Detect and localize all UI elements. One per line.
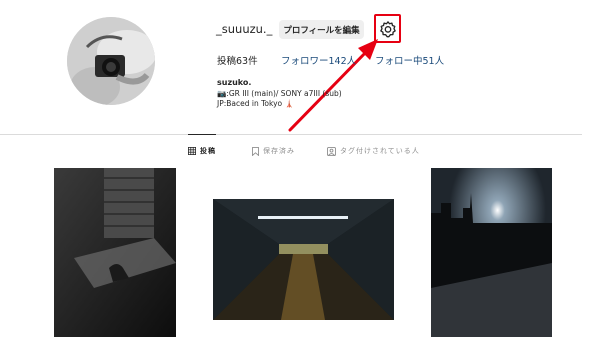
posts-count: 投稿63件 (217, 56, 258, 67)
grid-icon (188, 147, 196, 155)
tab-label: タグ付けされている人 (340, 147, 420, 155)
followers-link[interactable]: フォロワー142人 (281, 53, 356, 67)
post-image (54, 168, 176, 337)
profile-username: _suuuzu._ (216, 22, 273, 36)
tab-posts[interactable]: 投稿 (188, 146, 216, 156)
tagged-icon (327, 146, 336, 156)
avatar-photo (67, 17, 155, 105)
divider (0, 134, 582, 135)
bio-line: 📷:GR III (main)/ SONY a7III (sub) (217, 89, 342, 98)
post-thumbnail[interactable] (54, 168, 176, 337)
active-tab-indicator (188, 134, 216, 135)
callout-arrow (288, 39, 378, 132)
following-link[interactable]: フォロー中51人 (375, 53, 444, 67)
profile-full-name: suzuko. (217, 78, 252, 87)
tab-label: 保存済み (263, 147, 295, 155)
tab-tagged[interactable]: タグ付けされている人 (327, 146, 420, 156)
tab-saved[interactable]: 保存済み (252, 146, 295, 156)
tab-label: 投稿 (200, 147, 216, 155)
post-image (213, 199, 394, 320)
bookmark-icon (252, 146, 259, 156)
post-thumbnail[interactable] (213, 199, 394, 320)
bio-line: JP:Baced in Tokyo 🗼 (217, 99, 294, 108)
profile-avatar[interactable] (67, 17, 155, 105)
post-thumbnail[interactable] (431, 168, 552, 337)
post-image (431, 168, 552, 337)
